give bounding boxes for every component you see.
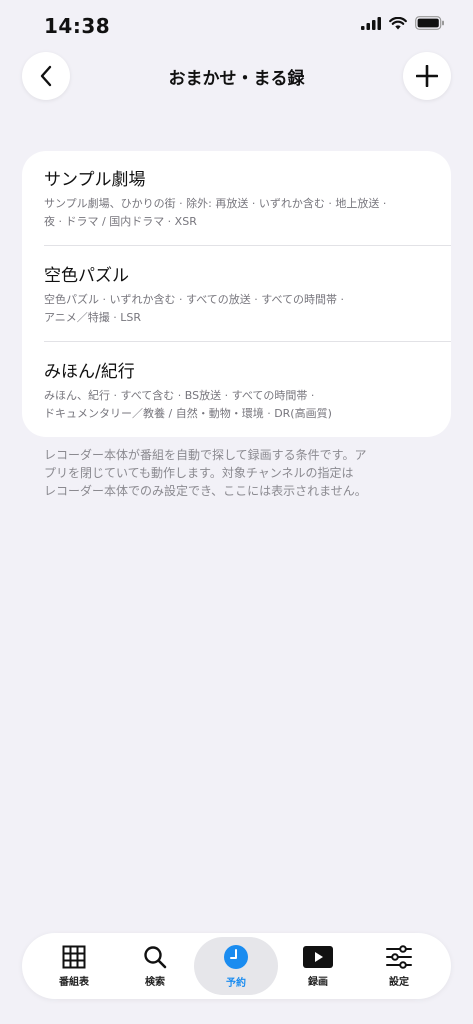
footnote-line: プリを閉じていても動作します。対象チャンネルの指定は xyxy=(44,466,354,480)
rule-detail-line: ドキュメンタリー／教養 / 自然・動物・環境 · DR(高画質) xyxy=(44,407,332,420)
tab-label: 録画 xyxy=(308,976,328,988)
sliders-icon xyxy=(386,944,412,969)
status-bar: 14:38 xyxy=(0,0,473,54)
clock-icon xyxy=(224,944,248,969)
rule-detail-line: 夜 · ドラマ / 国内ドラマ · XSR xyxy=(44,215,197,228)
grid-icon xyxy=(62,945,86,968)
add-rule-button[interactable] xyxy=(403,52,451,100)
tab-search[interactable]: 検索 xyxy=(113,937,197,995)
rule-title: 空色パズル xyxy=(44,266,129,286)
tab-label: 設定 xyxy=(389,976,409,988)
rule-item[interactable]: サンプル劇場 サンプル劇場、ひかりの街 · 除外: 再放送 · いずれか含む ·… xyxy=(44,169,429,231)
rule-detail-line: アニメ／特撮 · LSR xyxy=(44,311,142,324)
footnote-line: レコーダー本体でのみ設定でき、ここには表示されません。 xyxy=(44,484,367,498)
tab-bar: 番組表 検索 予約 録画 設定 xyxy=(22,933,451,999)
rule-detail: 空色パズル · いずれか含む · すべての放送 · すべての時間帯 · アニメ／… xyxy=(44,291,429,327)
rule-detail-line: 空色パズル · いずれか含む · すべての放送 · すべての時間帯 · xyxy=(44,293,345,306)
rule-item[interactable]: みほん/紀行 みほん、紀行 · すべて含む · BS放送 · すべての時間帯 ·… xyxy=(44,361,429,423)
wifi-icon xyxy=(389,16,407,29)
status-time: 14:38 xyxy=(44,14,111,38)
tab-label: 番組表 xyxy=(59,976,89,988)
plus-icon xyxy=(416,65,438,87)
tab-settings[interactable]: 設定 xyxy=(357,937,441,995)
divider xyxy=(44,245,451,246)
nav-bar: おまかせ・まる録 xyxy=(0,50,473,104)
footnote: レコーダー本体が番組を自動で探して録画する条件です。ア プリを閉じていても動作し… xyxy=(44,446,444,500)
rule-detail: みほん、紀行 · すべて含む · BS放送 · すべての時間帯 · ドキュメンタ… xyxy=(44,387,429,423)
tab-label: 予約 xyxy=(226,977,246,989)
play-icon xyxy=(303,945,333,968)
rule-title: サンプル劇場 xyxy=(44,170,146,190)
tab-recordings[interactable]: 録画 xyxy=(276,937,360,995)
tab-program-guide[interactable]: 番組表 xyxy=(32,937,116,995)
rules-list: サンプル劇場 サンプル劇場、ひかりの街 · 除外: 再放送 · いずれか含む ·… xyxy=(22,151,451,437)
divider xyxy=(44,341,451,342)
footnote-line: レコーダー本体が番組を自動で探して録画する条件です。ア xyxy=(44,448,367,462)
rule-detail-line: サンプル劇場、ひかりの街 · 除外: 再放送 · いずれか含む · 地上放送 · xyxy=(44,197,387,210)
battery-icon xyxy=(415,16,444,30)
tab-reservations[interactable]: 予約 xyxy=(194,937,278,995)
rule-detail-line: みほん、紀行 · すべて含む · BS放送 · すべての時間帯 · xyxy=(44,389,315,402)
cellular-signal-icon xyxy=(361,16,381,30)
tab-label: 検索 xyxy=(145,976,165,988)
search-icon xyxy=(144,945,167,968)
rule-title: みほん/紀行 xyxy=(44,362,135,382)
status-icons xyxy=(361,16,445,30)
rule-item[interactable]: 空色パズル 空色パズル · いずれか含む · すべての放送 · すべての時間帯 … xyxy=(44,265,429,327)
rule-detail: サンプル劇場、ひかりの街 · 除外: 再放送 · いずれか含む · 地上放送 ·… xyxy=(44,195,429,231)
